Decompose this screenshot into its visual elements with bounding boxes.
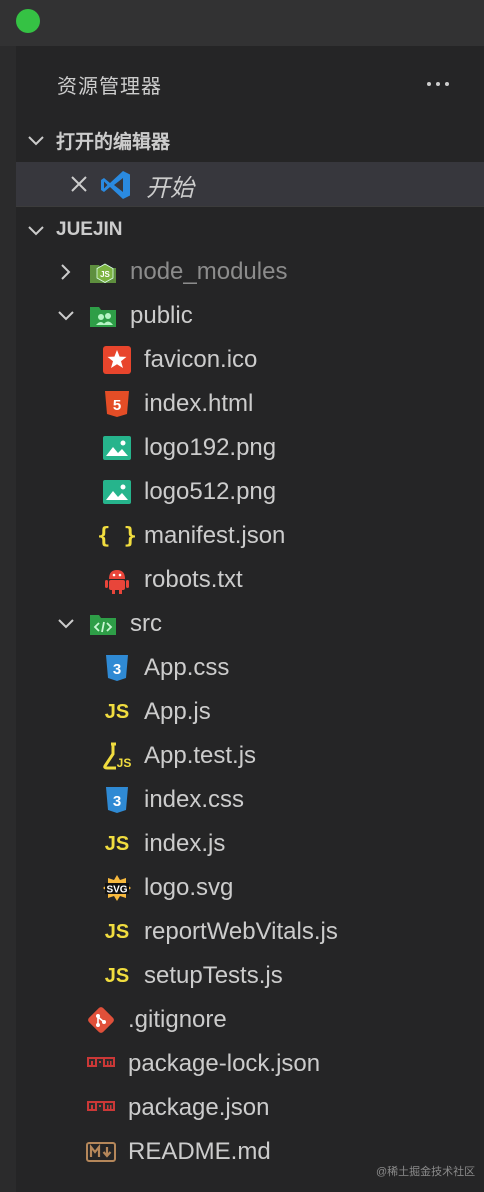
tree-item-label: manifest.json	[144, 522, 286, 549]
tree-item-label: App.js	[144, 698, 211, 725]
tree-item-readme[interactable]: README.md	[86, 1130, 271, 1174]
open-editors-section-header[interactable]: 打开的编辑器	[16, 120, 484, 160]
explorer-header: 资源管理器	[16, 46, 484, 122]
html5-icon: 5	[102, 389, 132, 419]
css3-icon: 3	[102, 653, 132, 683]
tree-item-label: package.json	[128, 1094, 270, 1121]
window-zoom-button[interactable]	[16, 9, 40, 33]
tree-item-label: package-lock.json	[128, 1050, 321, 1077]
tree-item-label: favicon.ico	[144, 346, 258, 373]
tree-item-label: logo.svg	[144, 874, 234, 901]
tree-item-report-web-vitals[interactable]: JS reportWebVitals.js	[102, 910, 338, 954]
svg-text:JS: JS	[100, 270, 110, 279]
public-folder-icon	[88, 301, 118, 331]
tree-item-label: index.html	[144, 390, 254, 417]
svg-text:3: 3	[113, 661, 121, 678]
tree-item-label: public	[130, 302, 193, 329]
tree-item-label: index.css	[144, 786, 245, 813]
src-folder-icon	[88, 609, 118, 639]
svg-icon: SVG	[102, 873, 132, 903]
chevron-down-icon	[58, 311, 74, 321]
tree-item-src[interactable]: src	[56, 602, 162, 646]
explorer-title: 资源管理器	[57, 76, 162, 98]
tree-item-favicon[interactable]: favicon.ico	[102, 338, 257, 382]
nodejs-folder-icon: JS	[88, 257, 118, 287]
npm-icon	[86, 1049, 116, 1079]
tree-item-node-modules[interactable]: JS node_modules	[56, 250, 287, 294]
chevron-down-icon	[28, 136, 44, 146]
test-js-icon: JS	[102, 741, 132, 771]
open-editors-label: 打开的编辑器	[56, 131, 171, 153]
tree-item-app-test-js[interactable]: JS App.test.js	[102, 734, 256, 778]
svg-text:JS: JS	[117, 756, 132, 770]
robot-icon	[102, 565, 132, 595]
tree-item-label: node_modules	[130, 258, 288, 285]
tree-item-label: src	[130, 610, 162, 637]
explorer-sidebar: 资源管理器 打开的编辑器 开始 JUEJIN JS node_modules p…	[16, 46, 484, 1192]
section-divider	[16, 206, 484, 207]
watermark: @稀土掘金技术社区	[376, 1166, 476, 1178]
js-icon: JS	[104, 832, 130, 855]
tree-item-index-js[interactable]: JS index.js	[102, 822, 226, 866]
open-editor-label: 开始	[146, 175, 194, 202]
close-icon[interactable]	[70, 175, 88, 193]
tree-item-setup-tests[interactable]: JS setupTests.js	[102, 954, 283, 998]
json-braces-icon: { }	[97, 523, 137, 549]
tree-item-label: App.css	[144, 654, 230, 681]
css3-icon: 3	[102, 785, 132, 815]
tree-item-label: App.test.js	[144, 742, 257, 769]
favicon-star-icon	[102, 345, 132, 375]
svg-text:SVG: SVG	[106, 885, 127, 896]
tree-item-manifest[interactable]: { } manifest.json	[97, 514, 286, 558]
chevron-down-icon	[28, 226, 44, 236]
tree-item-label: setupTests.js	[144, 962, 283, 989]
tree-item-logo512[interactable]: logo512.png	[102, 470, 276, 514]
tree-item-index-css[interactable]: 3 index.css	[102, 778, 244, 822]
chevron-right-icon	[61, 264, 71, 280]
svg-text:5: 5	[113, 397, 121, 414]
tree-item-public[interactable]: public	[56, 294, 193, 338]
image-icon	[102, 477, 132, 507]
npm-icon	[86, 1093, 116, 1123]
title-bar	[0, 0, 484, 46]
ellipsis-icon[interactable]	[420, 66, 456, 102]
tree-item-index-html[interactable]: 5 index.html	[102, 382, 253, 426]
js-icon: JS	[104, 920, 130, 943]
git-icon	[86, 1005, 116, 1035]
js-icon: JS	[104, 700, 130, 723]
tree-item-robots[interactable]: robots.txt	[102, 558, 243, 602]
chevron-down-icon	[58, 619, 74, 629]
project-section-header[interactable]: JUEJIN	[16, 210, 484, 250]
markdown-icon	[86, 1137, 116, 1167]
tree-item-label: reportWebVitals.js	[144, 918, 338, 945]
tree-item-package-json[interactable]: package.json	[86, 1086, 269, 1130]
svg-text:3: 3	[113, 793, 121, 810]
tree-item-label: logo512.png	[144, 478, 277, 505]
js-icon: JS	[104, 964, 130, 987]
tree-item-app-css[interactable]: 3 App.css	[102, 646, 229, 690]
tree-item-label: .gitignore	[128, 1006, 227, 1033]
vscode-logo-icon	[101, 171, 130, 199]
project-label: JUEJIN	[56, 219, 123, 240]
tree-item-app-js[interactable]: JS App.js	[102, 690, 211, 734]
tree-item-logo192[interactable]: logo192.png	[102, 426, 276, 470]
image-icon	[102, 433, 132, 463]
tree-item-label: index.js	[144, 830, 226, 857]
tree-item-gitignore[interactable]: .gitignore	[86, 998, 227, 1042]
open-editor-item[interactable]: 开始	[16, 162, 484, 206]
tree-item-label: README.md	[128, 1138, 271, 1165]
tree-item-label: logo192.png	[144, 434, 277, 461]
tree-item-label: robots.txt	[144, 566, 243, 593]
tree-item-logo-svg[interactable]: SVG logo.svg	[102, 866, 233, 910]
tree-item-package-lock[interactable]: package-lock.json	[86, 1042, 320, 1086]
activity-bar	[0, 46, 16, 1192]
